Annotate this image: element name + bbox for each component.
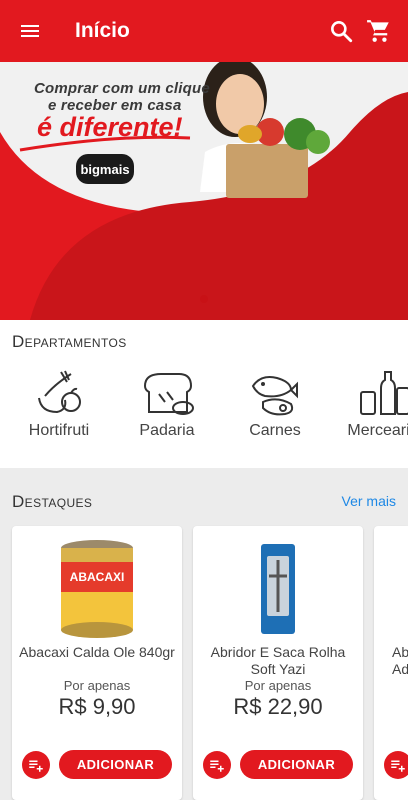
department-label: Padaria xyxy=(139,422,195,439)
search-button[interactable] xyxy=(322,11,360,51)
produce-icon xyxy=(38,370,81,414)
add-to-cart-button[interactable]: ADICIONAR xyxy=(240,750,353,779)
grocery-icon xyxy=(360,371,408,415)
department-label: Mercearia xyxy=(347,422,408,439)
department-padaria[interactable]: Padaria xyxy=(119,368,215,440)
price-prefix: Por apenas xyxy=(63,678,131,693)
page-title: Início xyxy=(75,19,130,42)
promo-banner[interactable]: Comprar com um clique e receber em casa … xyxy=(0,62,408,320)
departments-section: Departamentos Hortifruti Padaria Carnes … xyxy=(0,320,408,468)
playlist-add-icon xyxy=(29,760,43,772)
add-to-list-button[interactable] xyxy=(22,751,50,779)
add-to-list-button[interactable] xyxy=(203,751,231,779)
cart-button[interactable] xyxy=(360,11,398,51)
menu-button[interactable] xyxy=(0,0,60,62)
product-card[interactable]: Ab Adp xyxy=(374,526,408,800)
svg-text:ABACAXI: ABACAXI xyxy=(70,570,125,584)
department-mercearia[interactable]: Mercearia xyxy=(335,368,408,440)
department-carnes[interactable]: Carnes xyxy=(227,368,323,440)
product-card[interactable]: Abridor E Saca Rolha Soft Yazi Por apena… xyxy=(193,526,363,800)
banner-headline-1: Comprar com um clique xyxy=(34,80,210,97)
app-bar: Início xyxy=(0,0,408,62)
departments-list: Hortifruti Padaria Carnes Mercear xyxy=(0,368,408,448)
product-name: Ab Adp xyxy=(392,644,408,677)
product-name: Abacaxi Calda Ole 840gr xyxy=(19,644,175,660)
highlights-title: Destaques xyxy=(12,492,93,511)
playlist-add-icon xyxy=(391,760,405,772)
add-to-cart-button[interactable]: ADICIONAR xyxy=(59,750,172,779)
add-to-list-button[interactable] xyxy=(384,751,408,779)
playlist-add-icon xyxy=(210,760,224,772)
price-prefix: Por apenas xyxy=(244,678,312,693)
bread-icon xyxy=(143,373,194,415)
department-hortifruti[interactable]: Hortifruti xyxy=(11,368,107,440)
product-price: R$ 9,90 xyxy=(58,694,136,719)
meat-icon xyxy=(251,376,298,416)
product-image-corkscrew xyxy=(261,544,295,634)
product-price: R$ 22,90 xyxy=(233,694,323,719)
product-image-pineapple-can: ABACAXI xyxy=(61,540,133,638)
search-icon xyxy=(331,21,353,43)
product-card[interactable]: ABACAXI Abacaxi Calda Ole 840gr Por apen… xyxy=(12,526,182,800)
highlights-section: Destaques Ver mais ABACAXI Abacaxi Calda… xyxy=(0,476,408,800)
departments-title: Departamentos xyxy=(12,332,127,351)
brand-logo: bigmais xyxy=(76,154,134,184)
see-more-link[interactable]: Ver mais xyxy=(342,493,396,509)
department-label: Carnes xyxy=(249,422,301,439)
department-label: Hortifruti xyxy=(28,422,90,439)
product-name: Abridor E Saca Rolha Soft Yazi xyxy=(210,644,346,677)
menu-icon xyxy=(21,25,39,37)
carousel-indicator[interactable] xyxy=(200,295,208,303)
banner-tagline: é diferente! xyxy=(37,112,183,142)
cart-icon xyxy=(367,20,389,42)
